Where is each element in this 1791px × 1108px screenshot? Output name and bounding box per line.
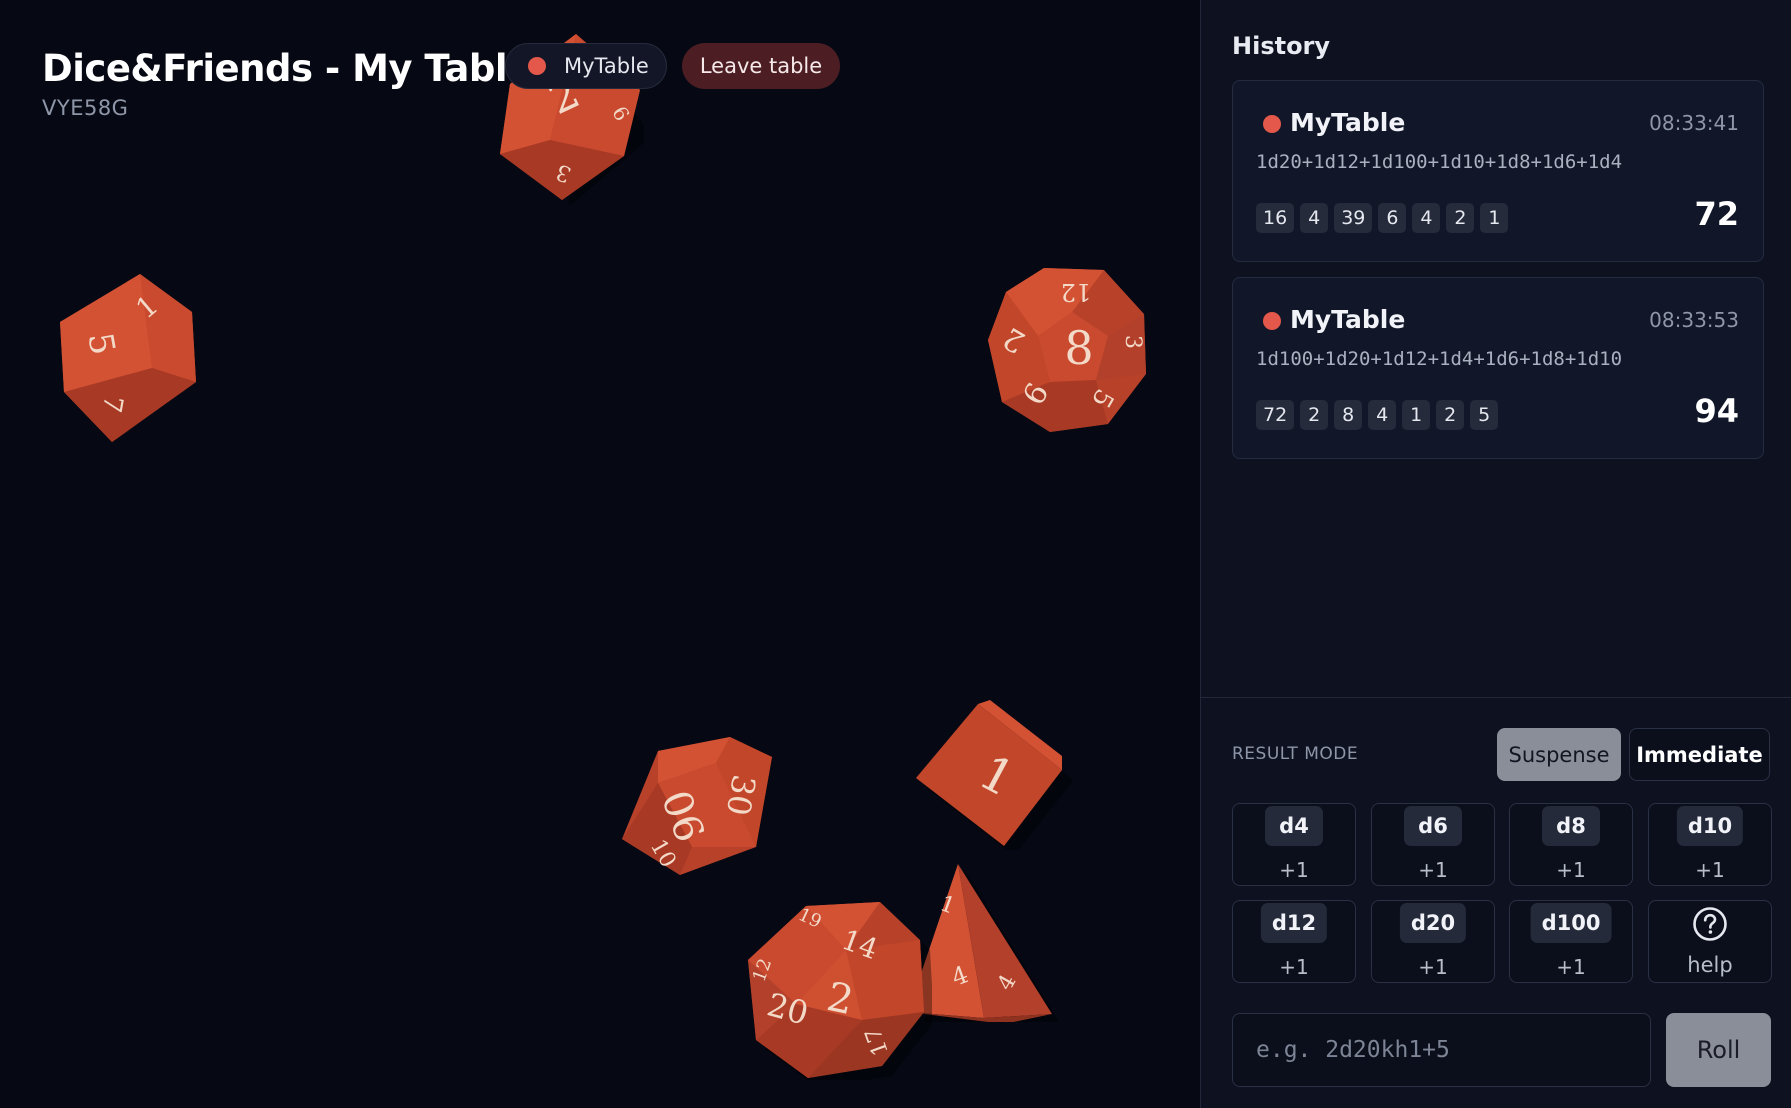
roll-chip: 6 bbox=[1378, 203, 1407, 233]
increment-label: +1 bbox=[1418, 955, 1448, 979]
roll-chip: 16 bbox=[1256, 203, 1295, 233]
die-label: d4 bbox=[1265, 806, 1323, 846]
mode-suspense-button[interactable]: Suspense bbox=[1497, 728, 1621, 781]
die-d10: 1 5 7 bbox=[60, 274, 196, 442]
die-label: d6 bbox=[1404, 806, 1462, 846]
roll-chip: 2 bbox=[1436, 400, 1465, 430]
help-label: help bbox=[1687, 953, 1733, 977]
add-d6-button[interactable]: d6 +1 bbox=[1371, 803, 1495, 886]
page-title: Dice&Friends - My Table bbox=[42, 47, 532, 90]
player-color-dot bbox=[1263, 115, 1281, 133]
increment-label: +1 bbox=[1695, 858, 1725, 882]
roll-button[interactable]: Roll bbox=[1666, 1013, 1771, 1087]
question-circle-icon bbox=[1693, 907, 1727, 941]
roll-chip: 39 bbox=[1334, 203, 1373, 233]
history-entry-total: 94 bbox=[1694, 392, 1739, 430]
table-name-label: MyTable bbox=[564, 54, 649, 78]
result-mode-label: RESULT MODE bbox=[1232, 744, 1359, 764]
die-d12-face: 12 bbox=[1061, 278, 1092, 306]
die-label: d12 bbox=[1260, 903, 1328, 943]
add-d20-button[interactable]: d20 +1 bbox=[1371, 900, 1495, 983]
history-entry: MyTable 08:33:41 1d20+1d12+1d100+1d10+1d… bbox=[1232, 80, 1764, 262]
help-button[interactable]: help bbox=[1648, 900, 1772, 983]
die-label: d10 bbox=[1676, 806, 1744, 846]
roll-chip: 1 bbox=[1480, 203, 1509, 233]
divider bbox=[1201, 697, 1791, 698]
roll-chip: 72 bbox=[1256, 400, 1295, 430]
roll-chip: 8 bbox=[1334, 400, 1363, 430]
add-d12-button[interactable]: d12 +1 bbox=[1232, 900, 1356, 983]
player-color-dot bbox=[528, 57, 546, 75]
mode-immediate-button[interactable]: Immediate bbox=[1629, 728, 1770, 781]
add-d4-button[interactable]: d4 +1 bbox=[1232, 803, 1356, 886]
increment-label: +1 bbox=[1556, 858, 1586, 882]
sidebar: History MyTable 08:33:41 1d20+1d12+1d100… bbox=[1200, 0, 1791, 1108]
die-label: d20 bbox=[1399, 903, 1467, 943]
die-d12-face: 8 bbox=[1064, 321, 1093, 375]
increment-label: +1 bbox=[1279, 955, 1309, 979]
add-d10-button[interactable]: d10 +1 bbox=[1648, 803, 1772, 886]
add-d8-button[interactable]: d8 +1 bbox=[1509, 803, 1633, 886]
die-d100: 90 30 10 bbox=[622, 737, 772, 875]
history-entry-table: MyTable bbox=[1290, 108, 1406, 137]
die-label: d100 bbox=[1530, 903, 1612, 943]
increment-label: +1 bbox=[1556, 955, 1586, 979]
roll-chip: 5 bbox=[1470, 400, 1499, 430]
die-d12: 8 12 2 6 5 3 bbox=[988, 268, 1146, 432]
roll-chip: 1 bbox=[1402, 400, 1431, 430]
add-d100-button[interactable]: d100 +1 bbox=[1509, 900, 1633, 983]
history-entry-time: 08:33:41 bbox=[1649, 111, 1739, 135]
die-d12-face: 3 bbox=[1120, 335, 1145, 349]
die-d20: 2 14 20 19 17 12 bbox=[748, 902, 932, 1080]
history-entry: MyTable 08:33:53 1d100+1d20+1d12+1d4+1d6… bbox=[1232, 277, 1764, 459]
increment-label: +1 bbox=[1418, 858, 1448, 882]
history-entry-total: 72 bbox=[1694, 195, 1739, 233]
die-label: d8 bbox=[1542, 806, 1600, 846]
dice-expression-input[interactable] bbox=[1232, 1013, 1651, 1087]
history-entry-rolls: 16 4 39 6 4 2 1 bbox=[1256, 203, 1509, 233]
roll-chip: 2 bbox=[1446, 203, 1475, 233]
history-entry-table: MyTable bbox=[1290, 305, 1406, 334]
title-block: Dice&Friends - My Table VYE58G bbox=[42, 46, 532, 120]
leave-table-button[interactable]: Leave table bbox=[682, 43, 840, 89]
history-entry-expression: 1d20+1d12+1d100+1d10+1d8+1d6+1d4 bbox=[1256, 151, 1623, 173]
player-color-dot bbox=[1263, 312, 1281, 330]
history-entry-time: 08:33:53 bbox=[1649, 308, 1739, 332]
die-d6: 1 bbox=[916, 700, 1072, 850]
roll-chip: 4 bbox=[1412, 203, 1441, 233]
increment-label: +1 bbox=[1279, 858, 1309, 882]
table-name-pill: MyTable bbox=[505, 43, 667, 89]
history-entry-expression: 1d100+1d20+1d12+1d4+1d6+1d8+1d10 bbox=[1256, 348, 1623, 370]
roll-chip: 4 bbox=[1300, 203, 1329, 233]
roll-chip: 2 bbox=[1300, 400, 1329, 430]
dice-table: 2 3 6 1 5 7 8 12 2 6 5 3 90 30 10 1 1 4 … bbox=[0, 0, 1200, 1108]
history-entry-rolls: 72 2 8 4 1 2 5 bbox=[1256, 400, 1499, 430]
roll-chip: 4 bbox=[1368, 400, 1397, 430]
table-code: VYE58G bbox=[42, 96, 129, 120]
die-d100-face: 30 bbox=[719, 772, 763, 819]
history-heading: History bbox=[1232, 32, 1331, 60]
